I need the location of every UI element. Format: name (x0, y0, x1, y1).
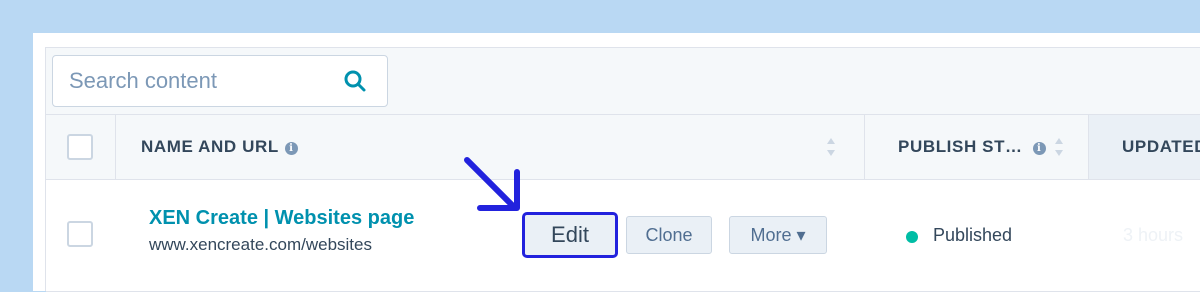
clone-button[interactable]: Clone (626, 216, 712, 254)
more-dropdown-button[interactable]: More ▾ (729, 216, 827, 254)
status-published-indicator (906, 231, 918, 243)
column-header-publish-status-label: PUBLISH ST… (898, 137, 1023, 156)
table-row: XEN Create | Websites page www.xencreate… (46, 180, 1200, 292)
column-header-updated[interactable]: UPDATED (1122, 137, 1200, 157)
column-divider (1088, 115, 1089, 179)
search-input[interactable] (53, 56, 333, 106)
column-header-name-url-label: NAME AND URL (141, 137, 279, 156)
content-table-panel: NAME AND URL i PUBLISH ST… i UPDATED XEN C… (45, 47, 1200, 292)
info-icon[interactable]: i (1032, 142, 1046, 155)
search-box (52, 55, 388, 107)
select-all-checkbox[interactable] (67, 134, 93, 160)
table-header: NAME AND URL i PUBLISH ST… i UPDATED (46, 114, 1200, 180)
column-divider (864, 115, 865, 179)
content-card: NAME AND URL i PUBLISH ST… i UPDATED XEN C… (33, 33, 1200, 292)
sort-icon[interactable] (1054, 136, 1064, 158)
sort-icon[interactable] (826, 136, 836, 158)
column-header-publish-status[interactable]: PUBLISH ST… i (898, 137, 1046, 157)
page-title-link[interactable]: XEN Create | Websites page (149, 207, 414, 230)
status-label: Published (933, 225, 1013, 245)
page-url: www.xencreate.com/websites (149, 235, 372, 254)
column-divider (115, 115, 116, 179)
info-icon[interactable]: i (284, 142, 298, 155)
column-header-name-url[interactable]: NAME AND URL i (141, 137, 298, 157)
edit-button[interactable]: Edit (522, 212, 618, 258)
annotation-arrow-icon (464, 157, 520, 211)
row-checkbox[interactable] (67, 221, 93, 247)
search-icon[interactable] (343, 69, 367, 93)
updated-time: 3 hours (1123, 225, 1184, 245)
